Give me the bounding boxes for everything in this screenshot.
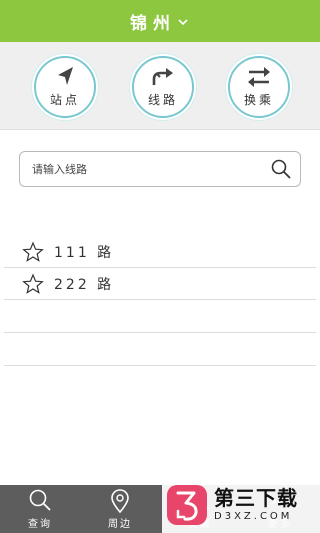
tab-nearby-label: 周边 (108, 519, 132, 530)
line-mode-label: 线路 (147, 92, 178, 107)
line-mode-button[interactable]: 线路 (132, 56, 194, 118)
curved-arrow-icon (152, 67, 173, 85)
download-logo-icon (167, 484, 207, 525)
navigation-arrow-icon (58, 66, 73, 85)
watermark-title: 第三下载 (214, 485, 298, 510)
favorite-lines-list: 111 路 222 路 (4, 236, 316, 366)
app-screen: 锦州 站点 线路 换乘 请输入线路 111 路 222 路 查询 周边 第三下载… (0, 0, 320, 533)
line-search-box (19, 151, 301, 187)
transfer-mode-label: 换乘 (243, 92, 274, 107)
tab-query[interactable]: 查询 (0, 485, 80, 533)
watermark: 第三下载 D3XZ.COM (162, 476, 320, 533)
transfer-mode-button[interactable]: 换乘 (228, 56, 290, 118)
star-icon[interactable] (22, 272, 44, 295)
city-title[interactable]: 锦州 (130, 9, 176, 34)
tab-query-label: 查询 (28, 519, 52, 530)
empty-row (4, 333, 316, 366)
line-search-input[interactable] (32, 162, 270, 176)
search-icon[interactable] (270, 158, 292, 180)
empty-row (4, 300, 316, 333)
tab-nearby[interactable]: 周边 (80, 485, 160, 533)
swap-arrows-icon (248, 66, 270, 87)
search-icon (29, 489, 51, 511)
list-item[interactable]: 111 路 (4, 236, 316, 268)
star-icon[interactable] (22, 240, 44, 263)
line-label: 111 路 (54, 244, 115, 261)
header-bar: 锦州 (0, 0, 320, 42)
mode-selector: 站点 线路 换乘 (0, 42, 320, 130)
watermark-text: 第三下载 D3XZ.COM (214, 486, 298, 524)
watermark-subtitle: D3XZ.COM (214, 510, 293, 522)
location-pin-icon (111, 489, 129, 514)
list-item[interactable]: 222 路 (4, 268, 316, 300)
line-label: 222 路 (54, 276, 115, 293)
station-mode-label: 站点 (49, 92, 80, 107)
chevron-down-icon[interactable] (176, 15, 190, 29)
station-mode-button[interactable]: 站点 (34, 56, 96, 118)
